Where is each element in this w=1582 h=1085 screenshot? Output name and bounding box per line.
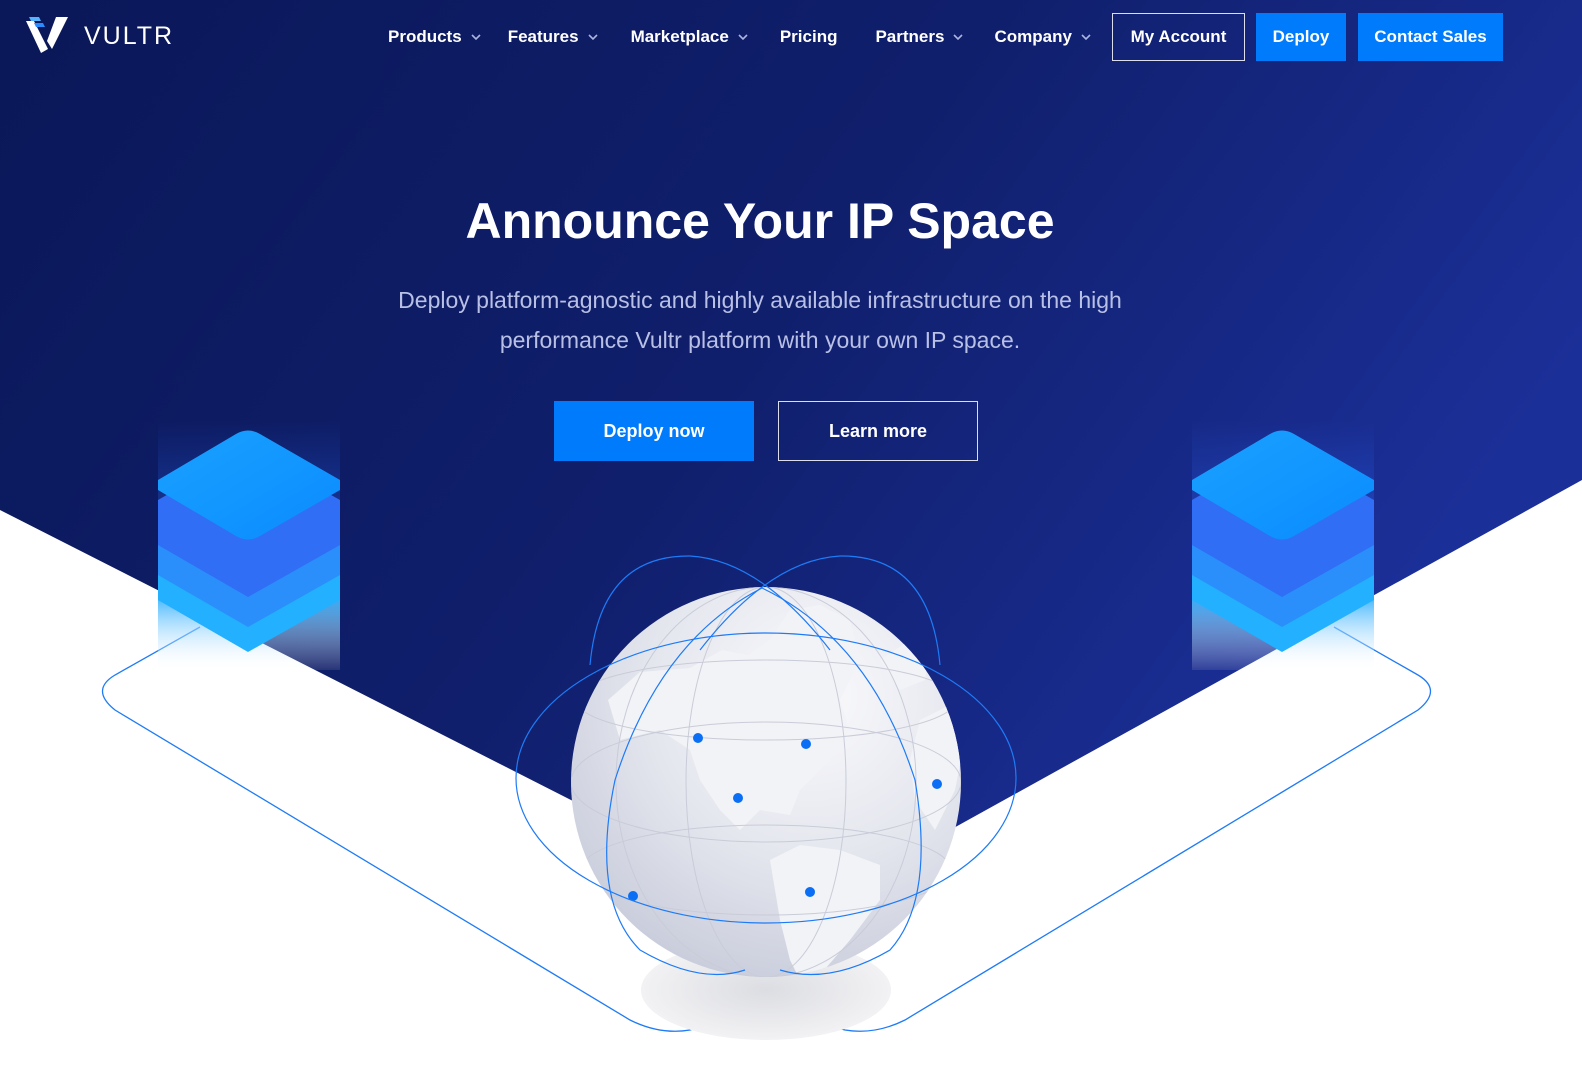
nav-item-label: Products bbox=[388, 27, 462, 46]
my-account-button[interactable]: My Account bbox=[1112, 13, 1245, 61]
brand-name: VULTR bbox=[84, 21, 175, 50]
nav-item-label: Pricing bbox=[779, 27, 838, 46]
hero-background bbox=[0, 0, 1582, 870]
nav-item-features[interactable]: Features bbox=[498, 13, 609, 61]
site-header: VULTR Products Features Marketplace Pric… bbox=[0, 0, 1582, 74]
nav-item-pricing[interactable]: Pricing bbox=[770, 13, 848, 61]
chevron-down-icon bbox=[953, 34, 964, 41]
chevron-down-icon bbox=[1081, 34, 1091, 41]
hero-subtitle: Deploy platform-agnostic and highly avai… bbox=[398, 287, 1122, 353]
deploy-button[interactable]: Deploy bbox=[1256, 13, 1346, 61]
nav-item-label: Partners bbox=[875, 27, 945, 46]
nav-item-products[interactable]: Products bbox=[378, 13, 492, 61]
nav-item-company[interactable]: Company bbox=[984, 13, 1101, 61]
contact-sales-button[interactable]: Contact Sales bbox=[1358, 13, 1503, 61]
vultr-v-logo-icon bbox=[26, 17, 68, 53]
nav-item-marketplace[interactable]: Marketplace bbox=[621, 13, 759, 61]
main-nav: Products Features Marketplace Pricing Pa… bbox=[378, 13, 1108, 61]
hero-title: Announce Your IP Space bbox=[465, 193, 1055, 249]
deploy-now-button[interactable]: Deploy now bbox=[554, 401, 754, 461]
brand-logo[interactable]: VULTR bbox=[26, 17, 174, 55]
nav-item-label: Features bbox=[507, 27, 579, 46]
chevron-down-icon bbox=[587, 34, 598, 41]
nav-item-label: Company bbox=[994, 27, 1072, 46]
nav-item-partners[interactable]: Partners bbox=[865, 13, 974, 61]
chevron-down-icon bbox=[471, 34, 481, 41]
chevron-down-icon bbox=[738, 34, 748, 41]
learn-more-button[interactable]: Learn more bbox=[778, 401, 978, 461]
nav-item-label: Marketplace bbox=[630, 27, 729, 46]
